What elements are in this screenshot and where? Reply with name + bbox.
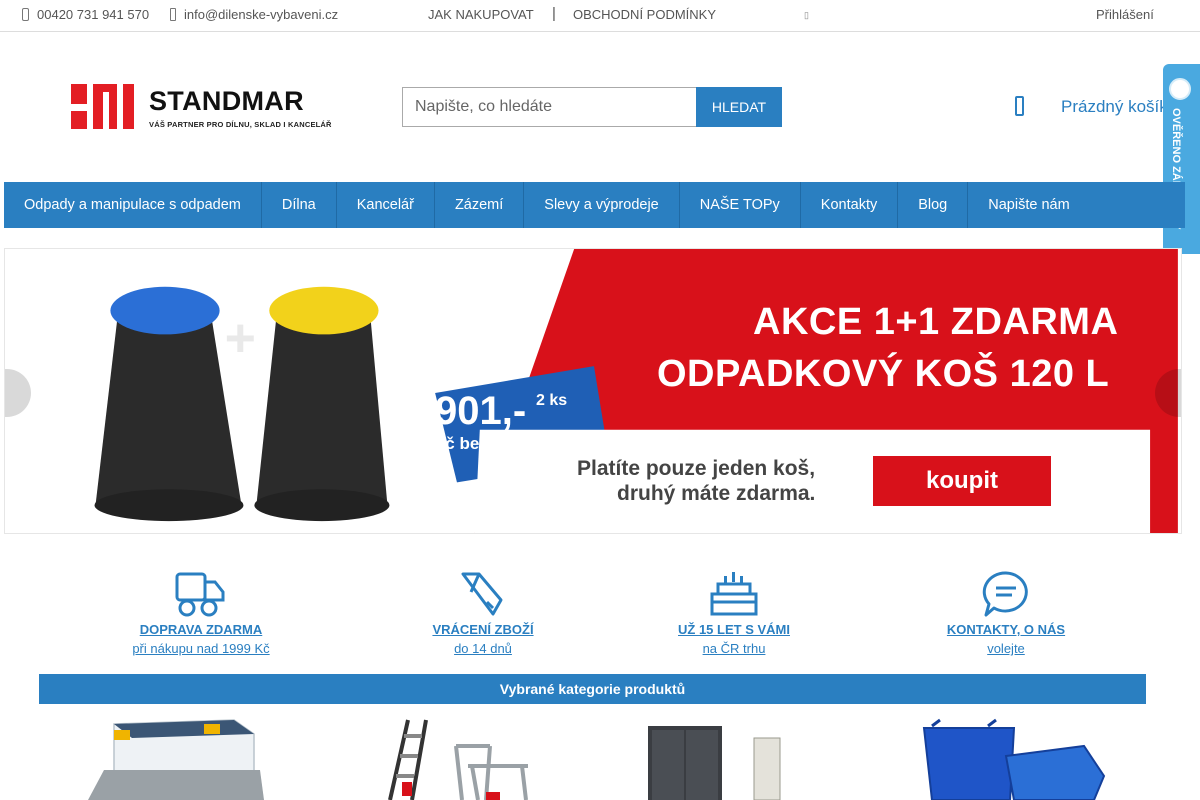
nav-item-blog[interactable]: Blog (898, 182, 969, 228)
flag-icon[interactable]: ▯ (804, 10, 809, 21)
logo[interactable]: STANDMAR VÁŠ PARTNER PRO DÍLNU, SKLAD I … (71, 84, 331, 132)
logo-mark-icon (71, 84, 134, 129)
terms-link[interactable]: OBCHODNÍ PODMÍNKY (573, 7, 716, 22)
email-contact[interactable]: info@dilenske-vybaveni.cz (170, 7, 338, 22)
nav-item-facilities[interactable]: Zázemí (435, 182, 525, 228)
cake-icon (710, 572, 758, 616)
ladder-icon[interactable] (386, 716, 536, 800)
benefit-subtitle: do 14 dnů (454, 641, 512, 656)
phone-number: 00420 731 941 570 (37, 7, 150, 22)
benefit-subtitle: při nákupu nad 1999 Kč (132, 641, 270, 656)
benefit-title: UŽ 15 LET S VÁMI (678, 622, 790, 637)
phone-icon (22, 8, 29, 21)
benefit-15-years[interactable]: UŽ 15 LET S VÁMI na ČR trhu (634, 570, 834, 656)
benefit-subtitle: na ČR trhu (702, 641, 766, 656)
cabinet-icon[interactable] (646, 716, 786, 800)
phone-contact[interactable]: 00420 731 941 570 (22, 7, 149, 22)
waste-bin-yellow (254, 286, 390, 522)
container-icon[interactable] (918, 716, 1108, 800)
promo-banner[interactable]: + AKCE 1+1 ZDARMA ODPADKOVÝ KOŠ 120 L 90… (4, 248, 1182, 534)
storage-box-icon[interactable] (84, 716, 268, 800)
benefit-title: VRÁCENÍ ZBOŽÍ (432, 622, 534, 637)
nav-item-write-us[interactable]: Napište nám (968, 182, 1089, 228)
logo-tagline: VÁŠ PARTNER PRO DÍLNU, SKLAD I KANCELÁŘ (149, 120, 332, 129)
banner-currency: Kč bez DPH (433, 434, 529, 453)
search-bar: HLEDAT (402, 87, 782, 127)
categories-header: Vybrané kategorie produktů (39, 674, 1146, 704)
nav-item-workshop[interactable]: Dílna (262, 182, 337, 228)
cart-icon[interactable] (1015, 96, 1024, 116)
banner-note-line2: druhý máte zdarma. (617, 482, 816, 505)
nav-item-sales[interactable]: Slevy a výprodeje (524, 182, 680, 228)
benefit-title: DOPRAVA ZDARMA (139, 622, 263, 637)
truck-icon (175, 572, 225, 617)
banner-title-line2: ODPADKOVÝ KOŠ 120 L (657, 353, 1110, 395)
search-input[interactable] (402, 87, 696, 127)
cart-link[interactable]: Prázdný košík (1061, 97, 1168, 117)
nav-item-tops[interactable]: NAŠE TOPy (680, 182, 801, 228)
how-to-buy-link[interactable]: JAK NAKUPOVAT (428, 7, 534, 22)
benefit-title: KONTAKTY, O NÁS (946, 622, 1066, 637)
chat-icon (982, 571, 1028, 617)
email-icon (170, 8, 176, 21)
logo-name: STANDMAR (149, 86, 304, 116)
search-button[interactable]: HLEDAT (696, 87, 782, 127)
login-link[interactable]: Přihlášení (1096, 7, 1154, 22)
benefit-returns[interactable]: VRÁCENÍ ZBOŽÍ do 14 dnů (383, 570, 583, 656)
banner-note-line1: Platíte pouze jeden koš, (577, 457, 816, 480)
banner-buy-button[interactable]: koupit (873, 456, 1051, 506)
svg-text:+: + (225, 308, 256, 368)
benefit-contacts[interactable]: KONTAKTY, O NÁS volejte (906, 570, 1106, 656)
top-bar-divider: | (552, 5, 556, 22)
nav-item-office[interactable]: Kancelář (337, 182, 435, 228)
verified-seal-icon (1169, 78, 1191, 100)
benefit-subtitle: volejte (987, 641, 1025, 656)
main-nav: Odpady a manipulace s odpadem Dílna Kanc… (4, 182, 1185, 228)
banner-title-line1: AKCE 1+1 ZDARMA (753, 301, 1119, 343)
nav-item-waste[interactable]: Odpady a manipulace s odpadem (4, 182, 262, 228)
email-address: info@dilenske-vybaveni.cz (184, 7, 339, 22)
top-bar: 00420 731 941 570 info@dilenske-vybaveni… (0, 0, 1200, 32)
return-icon (461, 572, 503, 616)
benefit-free-shipping[interactable]: DOPRAVA ZDARMA při nákupu nad 1999 Kč (101, 570, 301, 656)
banner-quantity: 2 ks (536, 392, 568, 409)
nav-item-contacts[interactable]: Kontakty (801, 182, 899, 228)
waste-bin-blue (94, 286, 244, 522)
banner-price: 901,- (435, 389, 527, 433)
